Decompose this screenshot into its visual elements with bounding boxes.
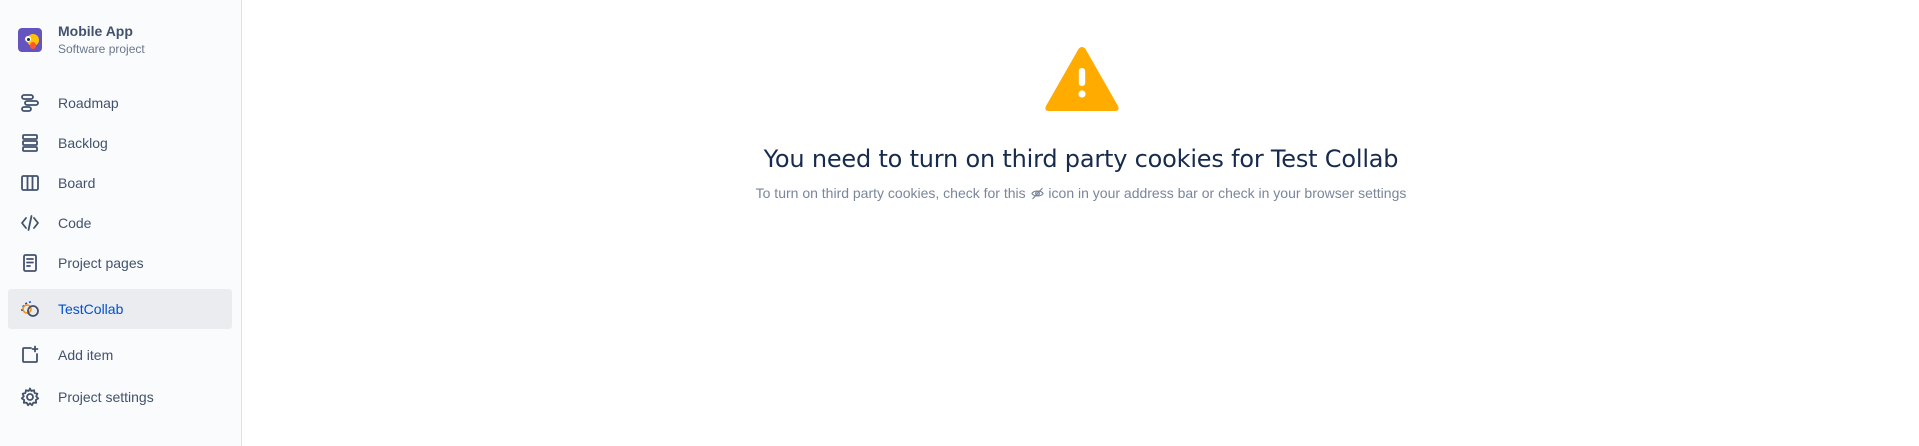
project-pages-icon	[18, 251, 42, 275]
roadmap-icon	[18, 91, 42, 115]
main-content: You need to turn on third party cookies …	[243, 0, 1919, 446]
sidebar-item-project-settings[interactable]: Project settings	[8, 377, 232, 417]
sidebar-item-label: TestCollab	[58, 301, 124, 317]
sidebar-item-label: Code	[58, 215, 92, 231]
code-icon	[18, 211, 42, 235]
project-type: Software project	[58, 42, 145, 56]
backlog-icon	[18, 131, 42, 155]
project-sidebar: Mobile App Software project Roadmap Back…	[0, 0, 242, 446]
sidebar-item-project-pages[interactable]: Project pages	[8, 243, 232, 283]
project-header[interactable]: Mobile App Software project	[18, 23, 145, 57]
board-icon	[18, 171, 42, 195]
cookie-instructions: To turn on third party cookies, check fo…	[243, 185, 1919, 201]
instructions-text-before: To turn on third party cookies, check fo…	[755, 185, 1026, 201]
page-title: You need to turn on third party cookies …	[763, 145, 1399, 173]
sidebar-item-label: Roadmap	[58, 95, 119, 111]
sidebar-item-label: Backlog	[58, 135, 108, 151]
sidebar-item-code[interactable]: Code	[8, 203, 232, 243]
sidebar-item-label: Board	[58, 175, 96, 191]
project-name: Mobile App	[58, 23, 133, 39]
sidebar-item-board[interactable]: Board	[8, 163, 232, 203]
sidebar-item-roadmap[interactable]: Roadmap	[8, 83, 232, 123]
eye-slash-icon	[1030, 187, 1044, 200]
project-avatar	[18, 28, 42, 52]
sidebar-item-backlog[interactable]: Backlog	[8, 123, 232, 163]
sidebar-item-add-item[interactable]: Add item	[8, 335, 232, 375]
sidebar-item-label: Project pages	[58, 255, 144, 271]
sidebar-item-label: Add item	[58, 347, 114, 363]
sidebar-item-testcollab[interactable]: TestCollab	[8, 289, 232, 329]
instructions-text-after: icon in your address bar or check in you…	[1048, 185, 1407, 201]
add-item-icon	[18, 343, 42, 367]
gear-icon	[18, 385, 42, 409]
testcollab-icon	[18, 297, 42, 321]
warning-icon	[1045, 47, 1119, 111]
sidebar-item-label: Project settings	[58, 389, 154, 405]
